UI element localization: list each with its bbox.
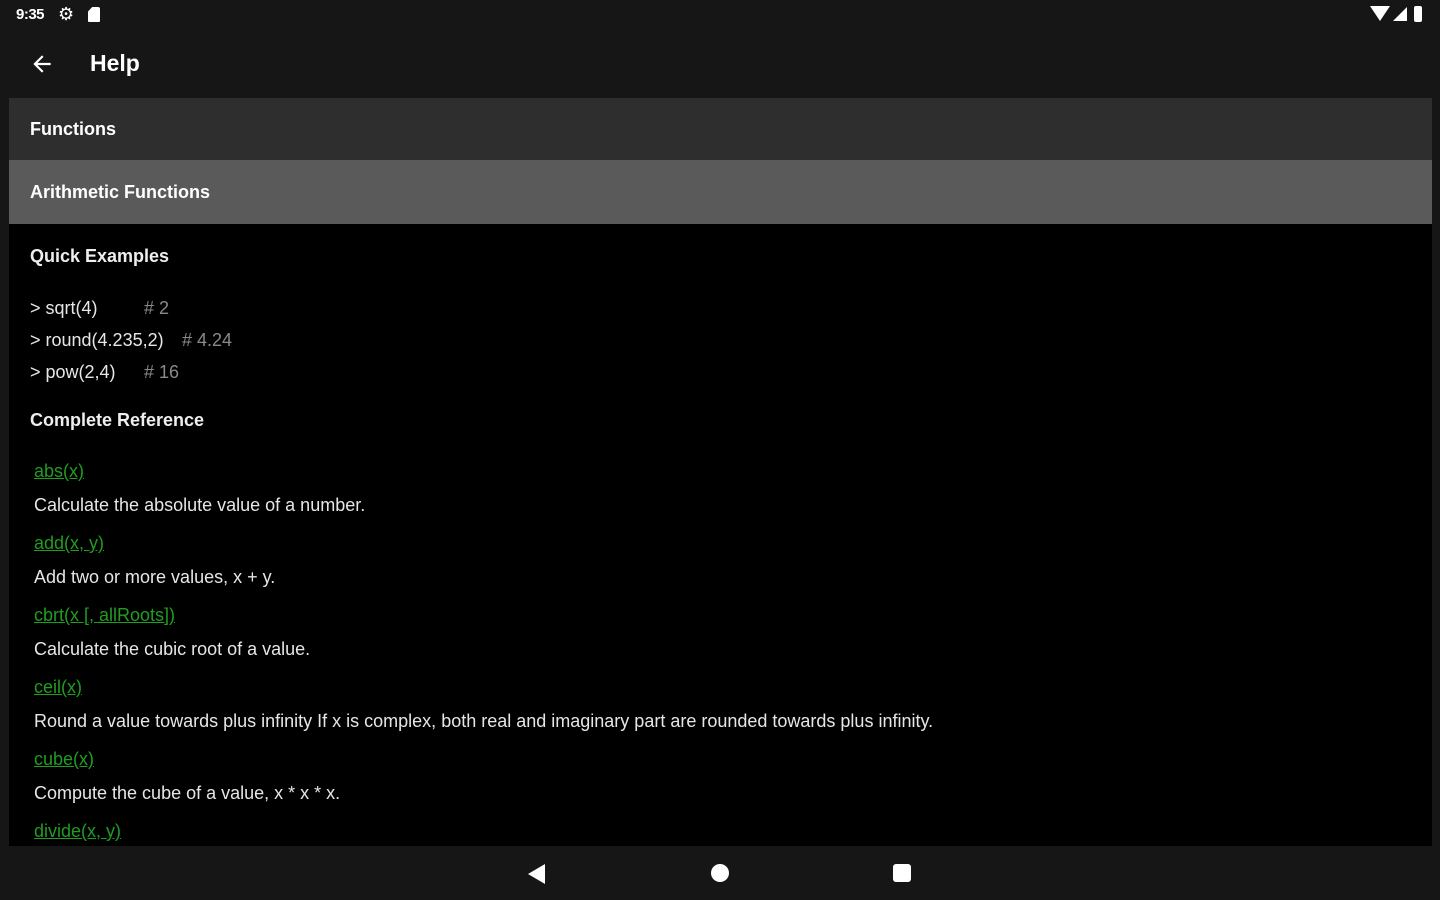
example-code: > round(4.235,2) [30, 330, 164, 350]
quick-examples-heading: Quick Examples [30, 246, 170, 266]
app-frame: 9:35 ⚙ Help Functions Arithmetic Functio… [0, 0, 1440, 900]
reference-item: cube(x) Compute the cube of a value, x *… [34, 742, 1432, 814]
function-link-abs[interactable]: abs(x) [34, 454, 1432, 488]
example-result: # 2 [144, 298, 170, 318]
section-arithmetic-functions[interactable]: Arithmetic Functions [9, 160, 1432, 224]
battery-icon [1414, 6, 1422, 22]
function-description: Calculate the absolute value of a number… [34, 495, 366, 515]
function-description: Calculate the cubic root of a value. [34, 639, 311, 659]
page-title: Help [90, 50, 140, 76]
arrow-left-icon [33, 55, 51, 73]
status-bar: 9:35 ⚙ [0, 0, 1440, 30]
function-description: Compute the cube of a value, x * x * x. [34, 783, 341, 803]
function-description: Round a value towards plus infinity If x… [34, 711, 934, 731]
app-bar: Help [0, 30, 1440, 98]
back-triangle-icon[interactable] [528, 864, 545, 884]
signal-icon [1393, 7, 1407, 21]
back-button[interactable] [22, 44, 62, 84]
system-nav-bar [0, 846, 1440, 900]
example-line: > round(4.235,2) # 4.24 [30, 324, 1432, 356]
function-link-cbrt[interactable]: cbrt(x [, allRoots]) [34, 598, 1432, 632]
function-link-ceil[interactable]: ceil(x) [34, 670, 1432, 704]
status-time: 9:35 [16, 6, 45, 23]
example-result: # 4.24 [182, 330, 233, 350]
recents-square-icon[interactable] [893, 864, 911, 882]
example-line: > pow(2,4) # 16 [30, 356, 1432, 388]
sd-card-icon [88, 7, 100, 22]
function-description: Add two or more values, x + y. [34, 567, 276, 587]
function-link-divide[interactable]: divide(x, y) [34, 814, 1432, 846]
wifi-icon [1370, 6, 1390, 21]
section-functions[interactable]: Functions [9, 98, 1432, 160]
quick-examples-list: > sqrt(4) # 2 > round(4.235,2) # 4.24 > … [30, 292, 1432, 388]
example-line: > sqrt(4) # 2 [30, 292, 1432, 324]
example-code: > pow(2,4) [30, 362, 116, 382]
example-result: # 16 [144, 362, 180, 382]
function-link-cube[interactable]: cube(x) [34, 742, 1432, 776]
home-circle-icon[interactable] [711, 864, 729, 882]
reference-list: abs(x) Calculate the absolute value of a… [30, 454, 1432, 846]
section-functions-label: Functions [30, 118, 116, 139]
help-body: Quick Examples > sqrt(4) # 2 > round(4.2… [9, 224, 1432, 846]
example-code: > sqrt(4) [30, 298, 98, 318]
reference-item: cbrt(x [, allRoots]) Calculate the cubic… [34, 598, 1432, 670]
gear-icon: ⚙ [58, 4, 75, 24]
reference-item: divide(x, y) [34, 814, 1432, 846]
reference-item: abs(x) Calculate the absolute value of a… [34, 454, 1432, 526]
reference-item: ceil(x) Round a value towards plus infin… [34, 670, 1432, 742]
help-content[interactable]: Functions Arithmetic Functions Quick Exa… [9, 98, 1432, 846]
function-link-add[interactable]: add(x, y) [34, 526, 1432, 560]
reference-item: add(x, y) Add two or more values, x + y. [34, 526, 1432, 598]
section-arithmetic-label: Arithmetic Functions [30, 181, 211, 202]
complete-reference-heading: Complete Reference [30, 410, 205, 430]
